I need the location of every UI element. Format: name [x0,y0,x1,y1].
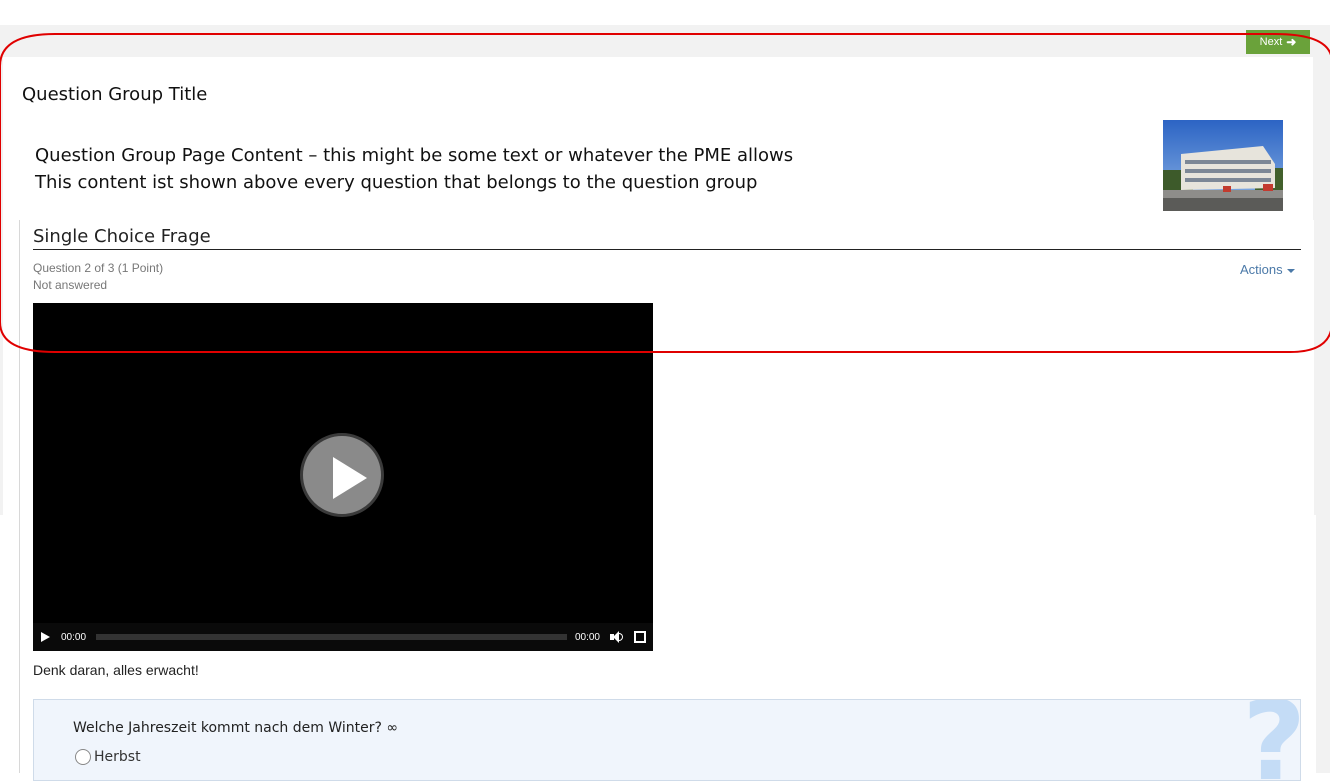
question-hint: Denk daran, alles erwacht! [33,662,199,678]
answer-option[interactable]: Herbst [75,749,141,765]
question-prompt: Welche Jahreszeit kommt nach dem Winter?… [73,720,399,736]
question-mark-icon: ? [1242,699,1301,781]
group-content-line: This content ist shown above every quest… [35,172,758,193]
answer-option-label: Herbst [94,749,141,765]
volume-icon[interactable] [610,631,624,643]
next-button-label: Next [1259,36,1283,48]
group-content-line: Question Group Page Content – this might… [35,145,794,166]
video-controls: 00:00 00:00 [33,623,653,651]
caret-down-icon [1286,268,1295,273]
video-player[interactable]: 00:00 00:00 [33,303,653,651]
duration: 00:00 [574,631,600,643]
question-meta: Question 2 of 3 (1 Point) Not answered [33,260,163,294]
fullscreen-icon[interactable] [634,631,646,643]
current-time: 00:00 [61,631,87,643]
building-photo [1163,120,1283,211]
question-title: Single Choice Frage [33,225,1301,250]
seek-bar[interactable] [96,634,567,640]
radio-button[interactable] [75,749,91,765]
question-group-title: Question Group Title [22,84,208,105]
next-button[interactable]: Next ➜ [1246,30,1310,54]
play-button[interactable] [41,632,50,642]
arrow-right-icon: ➜ [1286,35,1297,49]
play-icon[interactable] [300,433,384,517]
question-group-content: Question Group Page Content – this might… [35,142,793,196]
question-progress: Question 2 of 3 (1 Point) [33,261,164,275]
page-scroll-gutter [1316,57,1330,773]
actions-dropdown[interactable]: Actions [1240,262,1295,277]
question-box: ? Welche Jahreszeit kommt nach dem Winte… [33,699,1301,781]
question-status: Not answered [33,278,108,292]
actions-label: Actions [1240,262,1283,277]
